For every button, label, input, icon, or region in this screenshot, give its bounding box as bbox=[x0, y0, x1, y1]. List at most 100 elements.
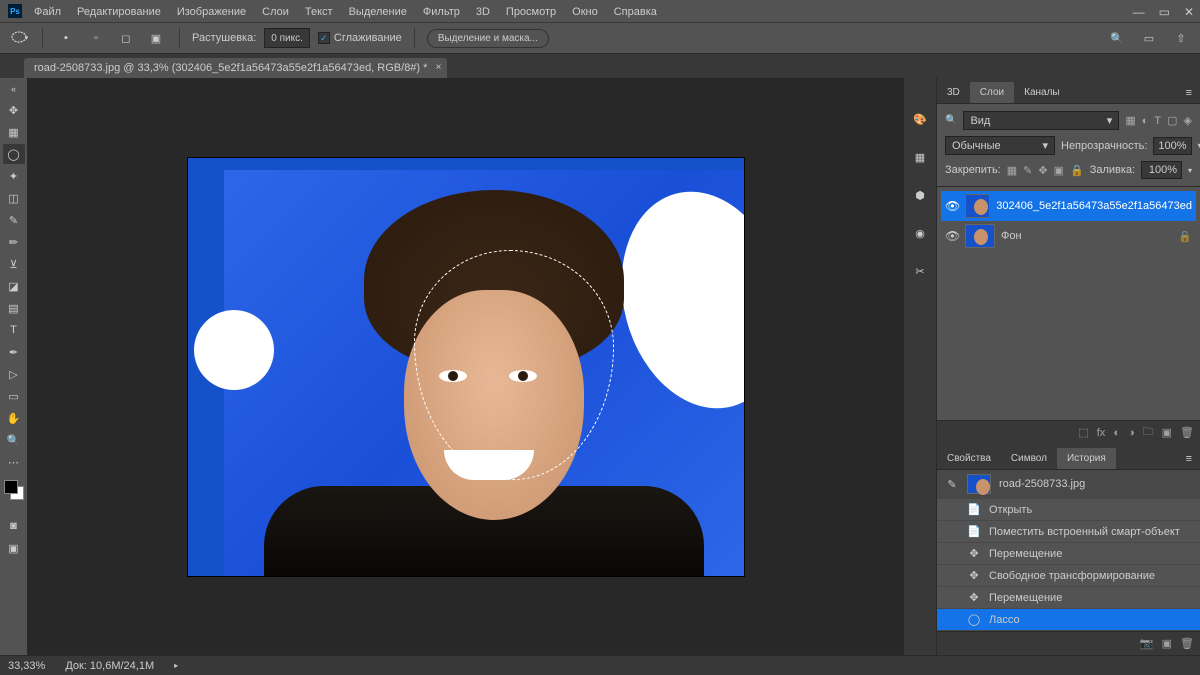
zoom-tool[interactable]: 🔍 bbox=[3, 430, 25, 450]
fill-input[interactable]: 100% bbox=[1141, 161, 1182, 179]
history-step[interactable]: ✥ Свободное трансформирование bbox=[937, 565, 1200, 587]
selection-intersect-icon[interactable]: ▣ bbox=[145, 27, 167, 49]
dock-icon-2[interactable]: ⬢ bbox=[909, 184, 931, 206]
screenmode-icon[interactable]: ▣ bbox=[3, 538, 25, 558]
visibility-icon[interactable]: 👁 bbox=[945, 229, 959, 243]
move-tool[interactable]: ✥ bbox=[3, 100, 25, 120]
delete-state-icon[interactable]: 🗑 bbox=[1180, 637, 1194, 650]
filter-adj-icon[interactable]: ◐ bbox=[1142, 115, 1149, 127]
lock-pixels-icon[interactable]: ▦ bbox=[1007, 164, 1017, 177]
hand-tool[interactable]: ✋ bbox=[3, 408, 25, 428]
antialias-checkbox[interactable]: ✓Сглаживание bbox=[318, 32, 402, 44]
feather-input[interactable]: 0 пикс. bbox=[264, 28, 310, 48]
lasso-tool[interactable]: ◯ bbox=[3, 144, 25, 164]
layer-thumbnail[interactable] bbox=[965, 194, 990, 218]
maximize-button[interactable]: ▭ bbox=[1159, 5, 1170, 19]
layer-row[interactable]: 👁 302406_5e2f1a56473a55e2f1a56473ed bbox=[941, 191, 1196, 221]
layer-filter-select[interactable]: Вид▾ bbox=[963, 111, 1119, 130]
rectangle-tool[interactable]: ▭ bbox=[3, 386, 25, 406]
dock-icon-4[interactable]: ✂ bbox=[909, 260, 931, 282]
menu-3D[interactable]: 3D bbox=[468, 3, 498, 21]
filter-smart-icon[interactable]: ◈ bbox=[1184, 114, 1192, 127]
close-button[interactable]: ✕ bbox=[1184, 5, 1194, 19]
menu-Редактирование[interactable]: Редактирование bbox=[69, 3, 169, 21]
selection-add-icon[interactable]: ▫ bbox=[85, 27, 107, 49]
more-tool[interactable]: ⋯ bbox=[3, 452, 25, 472]
eraser-tool[interactable]: ◪ bbox=[3, 276, 25, 296]
new-layer-icon[interactable]: ▣ bbox=[1162, 426, 1172, 439]
type-tool[interactable]: T bbox=[3, 320, 25, 340]
adjustment-icon[interactable]: ◑ bbox=[1128, 427, 1135, 439]
dock-icon-3[interactable]: ◉ bbox=[909, 222, 931, 244]
group-icon[interactable]: 🗀 bbox=[1143, 423, 1154, 442]
menu-Фильтр[interactable]: Фильтр bbox=[415, 3, 468, 21]
history-step[interactable]: 📄 Поместить встроенный смарт-объект bbox=[937, 521, 1200, 543]
gradient-tool[interactable]: ▤ bbox=[3, 298, 25, 318]
tab-Слои[interactable]: Слои bbox=[970, 82, 1014, 103]
link-layers-icon[interactable]: ⬚ bbox=[1078, 426, 1088, 439]
visibility-icon[interactable]: 👁 bbox=[945, 199, 959, 213]
menu-Изображение[interactable]: Изображение bbox=[169, 3, 254, 21]
menu-Слои[interactable]: Слои bbox=[254, 3, 297, 21]
quickmask-icon[interactable]: ◙ bbox=[3, 516, 25, 536]
history-document-row[interactable]: ✎ road-2508733.jpg bbox=[937, 470, 1200, 499]
history-step[interactable]: 📄 Открыть bbox=[937, 499, 1200, 521]
history-step[interactable]: ◯ Лассо bbox=[937, 609, 1200, 631]
opacity-input[interactable]: 100% bbox=[1153, 137, 1191, 155]
magic-wand-tool[interactable]: ✦ bbox=[3, 166, 25, 186]
history-step[interactable]: ✥ Перемещение bbox=[937, 543, 1200, 565]
tab-Символ[interactable]: Символ bbox=[1001, 448, 1057, 469]
filter-image-icon[interactable]: ▦ bbox=[1125, 114, 1135, 127]
selection-subtract-icon[interactable]: ◻ bbox=[115, 27, 137, 49]
new-snapshot-icon[interactable]: ▣ bbox=[1162, 637, 1172, 650]
close-tab-icon[interactable]: × bbox=[436, 62, 442, 73]
snapshot-icon[interactable]: 📷 bbox=[1140, 637, 1154, 650]
history-step[interactable]: ✥ Перемещение bbox=[937, 587, 1200, 609]
pen-tool[interactable]: ✒ bbox=[3, 342, 25, 362]
tab-История[interactable]: История bbox=[1057, 448, 1116, 469]
selection-new-icon[interactable]: ▪ bbox=[55, 27, 77, 49]
document-canvas[interactable] bbox=[188, 158, 744, 576]
brush-tool[interactable]: ✏ bbox=[3, 232, 25, 252]
workspace-icon[interactable]: ▭ bbox=[1138, 27, 1160, 49]
menu-Выделение[interactable]: Выделение bbox=[341, 3, 415, 21]
document-tab[interactable]: road-2508733.jpg @ 33,3% (302406_5e2f1a5… bbox=[24, 58, 447, 78]
lock-brush-icon[interactable]: ✎ bbox=[1023, 164, 1032, 177]
zoom-level[interactable]: 33,33% bbox=[8, 660, 45, 672]
marquee-tool[interactable]: ▦ bbox=[3, 122, 25, 142]
menu-Справка[interactable]: Справка bbox=[606, 3, 665, 21]
menu-Файл[interactable]: Файл bbox=[26, 3, 69, 21]
panel-menu-icon[interactable]: ≡ bbox=[1178, 83, 1200, 103]
lock-position-icon[interactable]: ✥ bbox=[1038, 164, 1047, 177]
mask-icon[interactable]: ◐ bbox=[1113, 427, 1120, 439]
lock-artboard-icon[interactable]: ▣ bbox=[1054, 164, 1064, 177]
dock-icon-1[interactable]: ▦ bbox=[909, 146, 931, 168]
tab-Свойства[interactable]: Свойства bbox=[937, 448, 1001, 469]
crop-tool[interactable]: ◫ bbox=[3, 188, 25, 208]
stamp-tool[interactable]: ⊻ bbox=[3, 254, 25, 274]
minimize-button[interactable]: — bbox=[1133, 5, 1145, 19]
delete-layer-icon[interactable]: 🗑 bbox=[1180, 426, 1194, 439]
blend-mode-select[interactable]: Обычные▾ bbox=[945, 136, 1055, 155]
toolbar-collapse-icon[interactable]: « bbox=[11, 84, 16, 94]
panel-menu-icon[interactable]: ≡ bbox=[1178, 449, 1200, 469]
search-icon[interactable]: 🔍 bbox=[1106, 27, 1128, 49]
tab-Каналы[interactable]: Каналы bbox=[1014, 82, 1070, 103]
select-and-mask-button[interactable]: Выделение и маска... bbox=[427, 29, 549, 48]
path-select-tool[interactable]: ▷ bbox=[3, 364, 25, 384]
eyedropper-tool[interactable]: ✎ bbox=[3, 210, 25, 230]
tab-3D[interactable]: 3D bbox=[937, 82, 970, 103]
share-icon[interactable]: ⇧ bbox=[1170, 27, 1192, 49]
fx-icon[interactable]: fx bbox=[1097, 427, 1106, 439]
menu-Окно[interactable]: Окно bbox=[564, 3, 606, 21]
layer-row[interactable]: 👁 Фон 🔒 bbox=[941, 221, 1196, 251]
menu-Текст[interactable]: Текст bbox=[297, 3, 341, 21]
foreground-background-swatch[interactable] bbox=[4, 480, 24, 500]
lock-all-icon[interactable]: 🔒 bbox=[1070, 164, 1084, 177]
dock-icon-0[interactable]: 🎨 bbox=[909, 108, 931, 130]
filter-shape-icon[interactable]: ▢ bbox=[1167, 114, 1177, 127]
layer-thumbnail[interactable] bbox=[965, 224, 995, 248]
lasso-tool-icon[interactable]: ▾ bbox=[8, 27, 30, 49]
filter-type-icon[interactable]: T bbox=[1154, 115, 1161, 127]
canvas-area[interactable] bbox=[28, 78, 904, 655]
